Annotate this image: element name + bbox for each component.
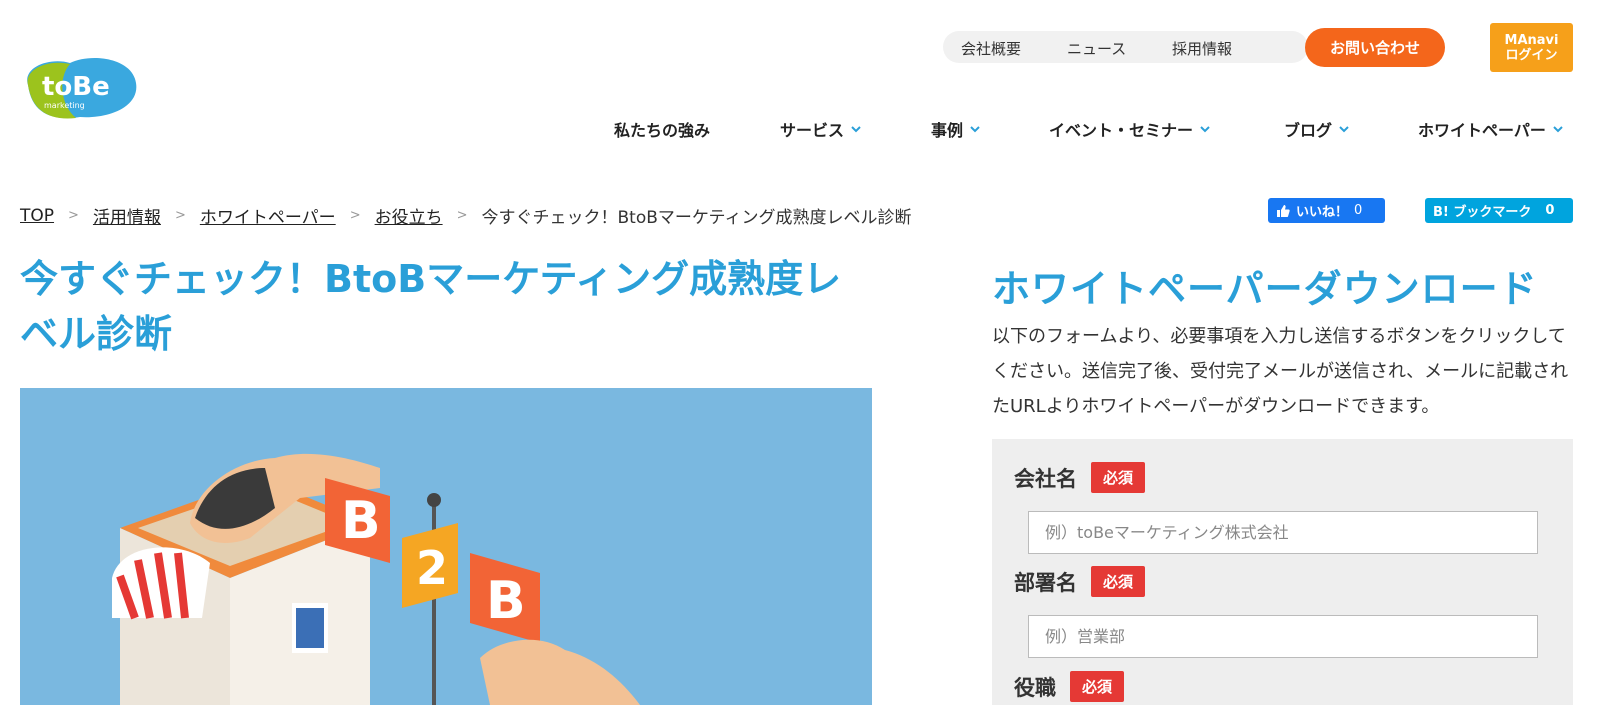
facebook-like-label: いいね！ [1296, 205, 1349, 220]
hatena-bookmark-button[interactable]: B! ブックマーク 0 [1425, 198, 1573, 223]
hero-illustration: B 2 B [20, 388, 872, 705]
article-title: 今すぐチェック！BtoBマーケティング成熟度レベル診断 [20, 257, 842, 356]
utility-nav: 会社概要 ニュース 採用情報 [943, 31, 1308, 63]
department-field-label: 部署名 必須 [1014, 566, 1146, 597]
svg-text:B: B [486, 571, 526, 631]
required-badge: 必須 [1091, 462, 1146, 493]
required-badge: 必須 [1091, 566, 1146, 597]
nav-blog[interactable]: ブログ [1284, 117, 1350, 141]
nav-events[interactable]: イベント・セミナー [1049, 117, 1211, 141]
tobe-logo[interactable]: toBe marketing [20, 55, 140, 123]
department-input[interactable] [1028, 615, 1538, 658]
svg-text:toBe: toBe [42, 72, 110, 102]
required-badge: 必須 [1070, 671, 1125, 702]
download-form: 会社名 必須 部署名 必須 役職 必須 [992, 439, 1573, 705]
manavi-login-button[interactable]: MAnavi ログイン [1490, 23, 1573, 72]
breadcrumb-current: 今すぐチェック！BtoBマーケティング成熟度レベル診断 [481, 208, 912, 228]
svg-text:B: B [341, 491, 381, 551]
hatena-bookmark-label: B! ブックマーク [1433, 205, 1532, 220]
hatena-bookmark-count: 0 [1545, 203, 1555, 218]
nav-company[interactable]: 会社概要 [961, 38, 1021, 59]
nav-strengths[interactable]: 私たちの強み [614, 117, 710, 141]
facebook-like-count: 0 [1354, 203, 1363, 218]
nav-news[interactable]: ニュース [1067, 38, 1126, 59]
breadcrumb-separator: > [174, 208, 186, 223]
breadcrumb-whitepaper[interactable]: ホワイトペーパー [200, 203, 336, 228]
breadcrumb-separator: > [349, 208, 361, 223]
facebook-like-button[interactable]: いいね！ 0 [1268, 198, 1385, 223]
download-form-description: 以下のフォームより、必要事項を入力し送信するボタンをクリックしてください。送信完… [992, 326, 1569, 417]
company-field-label: 会社名 必須 [1014, 462, 1146, 493]
nav-recruit[interactable]: 採用情報 [1172, 38, 1232, 59]
thumbs-up-icon [1277, 204, 1290, 217]
nav-cases[interactable]: 事例 [931, 117, 981, 141]
breadcrumb-separator: > [456, 208, 468, 223]
contact-button[interactable]: お問い合わせ [1305, 28, 1445, 67]
chevron-down-icon [1200, 126, 1210, 133]
breadcrumb-info[interactable]: 活用情報 [93, 203, 161, 228]
breadcrumb-top[interactable]: TOP [20, 206, 54, 226]
chevron-down-icon [851, 126, 861, 133]
manavi-line2: ログイン [1505, 47, 1558, 63]
breadcrumb-useful[interactable]: お役立ち [375, 203, 443, 228]
breadcrumb: TOP > 活用情報 > ホワイトペーパー > お役立ち > 今すぐチェック！B… [20, 203, 912, 229]
nav-whitepaper[interactable]: ホワイトペーパー [1418, 117, 1564, 141]
position-field-label: 役職 必須 [1014, 671, 1125, 702]
chevron-down-icon [970, 126, 980, 133]
svg-text:2: 2 [416, 541, 448, 595]
svg-text:marketing: marketing [44, 101, 85, 110]
chevron-down-icon [1553, 126, 1563, 133]
download-form-title: ホワイトペーパーダウンロード [992, 267, 1538, 311]
nav-services[interactable]: サービス [780, 117, 862, 141]
breadcrumb-separator: > [68, 208, 79, 223]
manavi-line1: MAnavi [1504, 32, 1559, 48]
chevron-down-icon [1339, 126, 1349, 133]
company-name-input[interactable] [1028, 511, 1538, 554]
